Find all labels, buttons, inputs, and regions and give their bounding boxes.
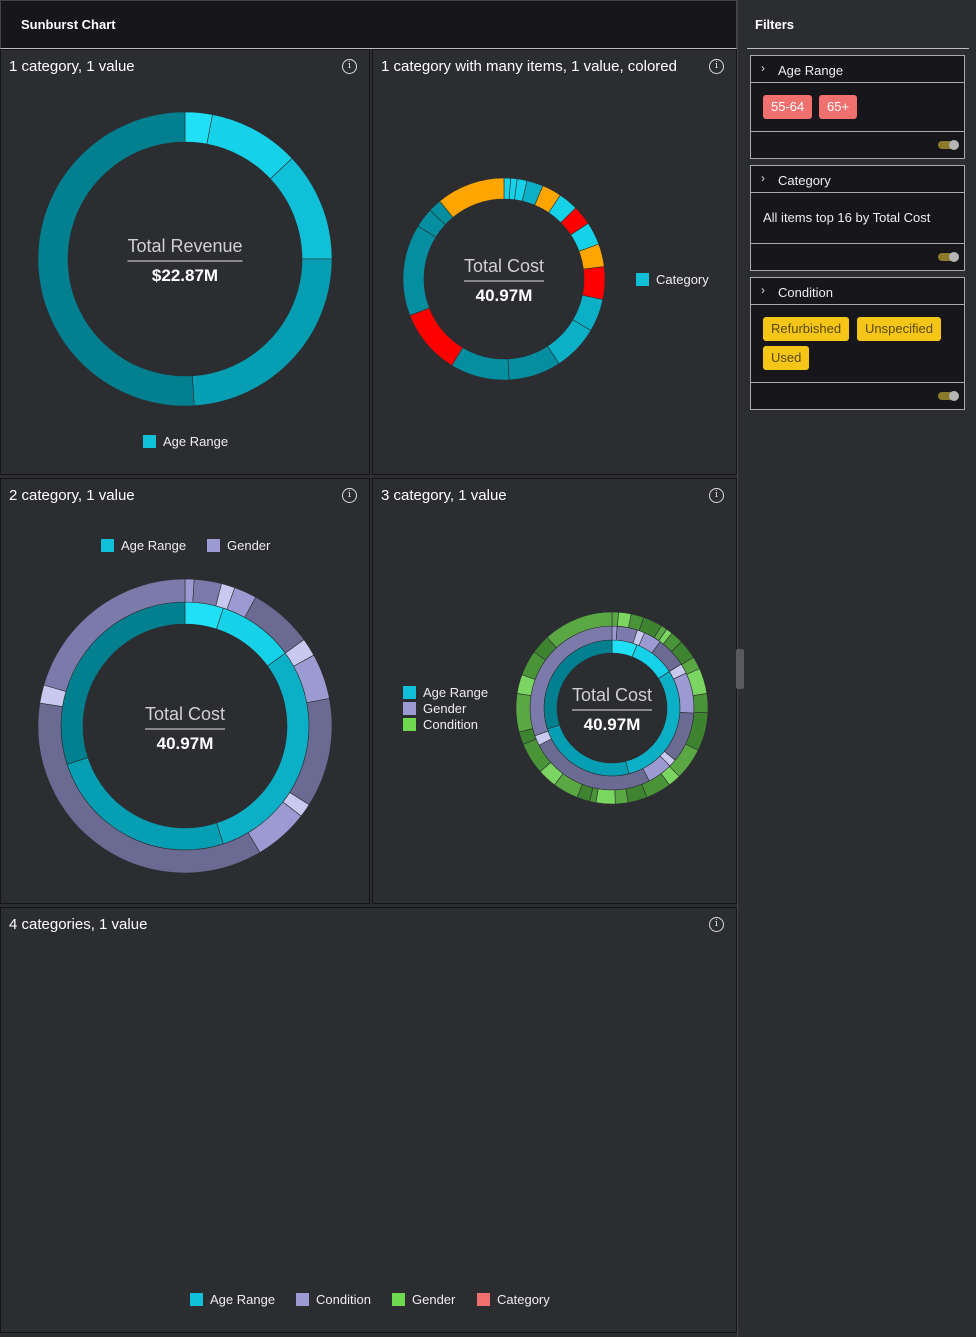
condition-segment-11[interactable] <box>692 693 709 714</box>
filter-footer <box>751 132 964 158</box>
chart-panel-3: 2 category, 1 value i Age Range Gender T… <box>0 478 370 904</box>
filter-chip[interactable]: 55-64 <box>763 95 813 119</box>
legend-label: Category <box>497 1292 550 1307</box>
filter-footer <box>751 244 964 270</box>
chevron-right-icon[interactable]: › <box>761 283 765 297</box>
filter-body: All items top 16 by Total Cost <box>751 193 964 244</box>
legend-swatch <box>143 435 156 448</box>
filter-footer <box>751 383 964 409</box>
resize-handle[interactable] <box>736 649 744 689</box>
filter-header[interactable]: › Age Range <box>751 56 964 83</box>
filter-label: Condition <box>778 285 833 300</box>
legend-label: Condition <box>316 1292 371 1307</box>
filter-header[interactable]: › Category <box>751 166 964 193</box>
filter-body: 55-64 65+ <box>751 83 964 132</box>
center-label-value: 40.97M <box>583 715 641 734</box>
legend-label: Gender <box>412 1292 456 1307</box>
legend-swatch <box>392 1293 405 1306</box>
filter-category: › Category All items top 16 by Total Cos… <box>750 165 965 271</box>
filter-age-range: › Age Range 55-64 65+ <box>750 55 965 159</box>
sidebar-divider <box>747 48 969 49</box>
legend-swatch <box>190 1293 203 1306</box>
app-title: Sunburst Chart <box>21 17 116 32</box>
condition-segment-17[interactable] <box>614 788 629 805</box>
filter-toggle[interactable] <box>938 391 959 401</box>
legend-swatch <box>477 1293 490 1306</box>
filter-chip[interactable]: 65+ <box>819 95 858 119</box>
category-segment-19[interactable] <box>439 177 505 218</box>
filter-summary-text: All items top 16 by Total Cost <box>763 210 931 225</box>
filter-label: Age Range <box>778 63 844 78</box>
chart-panel-1: 1 category, 1 value i Total Revenue $22.… <box>0 49 370 475</box>
chart-panel-2: 1 category with many items, 1 value, col… <box>372 49 737 475</box>
legend-item-gender[interactable]: Gender <box>392 1292 455 1307</box>
chevron-right-icon[interactable]: › <box>761 61 765 75</box>
center-label: Total Cost 40.97M <box>144 704 226 754</box>
app-header: Sunburst Chart <box>0 0 737 49</box>
center-label-value: 40.97M <box>475 286 533 305</box>
center-label-title: Total Revenue <box>127 236 243 262</box>
legend-item-age-range[interactable]: Age Range <box>190 1292 275 1307</box>
sunburst-chart-3[interactable] <box>1 479 371 905</box>
legend-label: Age Range <box>210 1292 276 1307</box>
sunburst-chart-4[interactable] <box>373 479 738 905</box>
info-icon[interactable]: i <box>709 917 724 932</box>
legend-item-category[interactable]: Category <box>636 272 709 287</box>
filter-chip[interactable]: Unspecified <box>857 317 941 341</box>
sidebar-title: Filters <box>755 17 795 32</box>
category-segment-16[interactable] <box>402 225 437 316</box>
center-label: Total Cost 40.97M <box>571 685 653 735</box>
age-range-segment-3[interactable] <box>269 157 333 260</box>
legend-label: Age Range <box>163 434 229 449</box>
filter-condition: › Condition Refurbished Unspecified Used <box>750 277 965 410</box>
panel-title: 4 categories, 1 value <box>9 916 148 933</box>
center-label-title: Total Cost <box>463 256 545 282</box>
condition-segment-18[interactable] <box>595 788 616 805</box>
filter-body: Refurbished Unspecified Used <box>751 305 964 383</box>
category-segment-15[interactable] <box>409 307 464 366</box>
filter-toggle[interactable] <box>938 252 959 262</box>
legend-swatch <box>296 1293 309 1306</box>
center-label-value: 40.97M <box>156 734 214 753</box>
center-label: Total Revenue $22.87M <box>127 236 243 286</box>
filter-label: Category <box>778 173 831 188</box>
legend-item-category[interactable]: Category <box>477 1292 550 1307</box>
filter-toggle[interactable] <box>938 140 959 150</box>
center-label-title: Total Cost <box>144 704 226 730</box>
category-segment-10[interactable] <box>581 266 606 300</box>
category-segment-14[interactable] <box>451 347 510 381</box>
chart-panel-4: 3 category, 1 value i Age Range Gender C… <box>372 478 737 904</box>
filter-chip[interactable]: Used <box>763 346 810 370</box>
legend-item-age-range[interactable]: Age Range <box>143 434 228 449</box>
sunburst-chart-2[interactable] <box>373 50 738 476</box>
filter-chip[interactable]: Refurbished <box>763 317 850 341</box>
filters-sidebar: Filters › Age Range 55-64 65+ › Category… <box>737 0 976 1337</box>
legend-item-condition[interactable]: Condition <box>296 1292 371 1307</box>
chart-panel-5: 4 categories, 1 value i Age Range Condit… <box>0 907 737 1333</box>
chevron-right-icon[interactable]: › <box>761 171 765 185</box>
legend-label: Category <box>656 272 709 287</box>
filter-header[interactable]: › Condition <box>751 278 964 305</box>
center-label: Total Cost 40.97M <box>463 256 545 306</box>
condition-segment-25[interactable] <box>515 693 533 733</box>
center-label-value: $22.87M <box>151 266 219 285</box>
center-label-title: Total Cost <box>571 685 653 711</box>
legend-swatch <box>636 273 649 286</box>
age-range-segment-2[interactable] <box>206 114 293 180</box>
